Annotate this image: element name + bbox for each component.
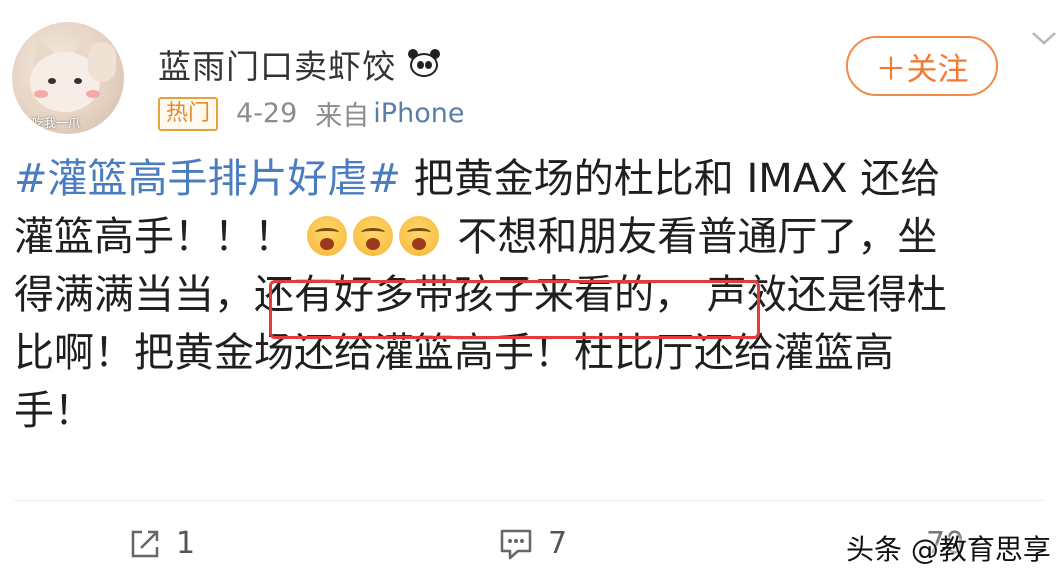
avatar-blush — [34, 90, 48, 98]
avatar-caption: 吃我一爪 — [32, 116, 81, 130]
username-text[interactable]: 蓝雨门口卖虾饺 — [158, 40, 396, 88]
highlight-box — [269, 280, 760, 339]
follow-button[interactable]: ＋关注 — [846, 36, 998, 96]
post-meta: 热门 4-29 来自 iPhone — [158, 94, 464, 133]
avatar-paw — [88, 42, 116, 82]
angry-face-icon — [398, 216, 439, 256]
source-prefix: 来自 — [315, 101, 370, 132]
divider — [14, 500, 1044, 501]
avatar-eye — [74, 78, 82, 84]
content-text: 手！ — [14, 388, 94, 434]
hashtag-link[interactable]: #灌篮高手排片好虐# — [14, 156, 401, 202]
repost-count: 1 — [176, 526, 196, 561]
content-line: 灌篮高手！！！ 不想和朋友看普通厅了，坐 — [14, 208, 1054, 266]
hot-badge: 热门 — [158, 96, 219, 131]
comment-icon — [500, 529, 532, 559]
panda-icon — [406, 49, 442, 79]
content-line: #灌篮高手排片好虐# 把黄金场的杜比和 IMAX 还给 — [14, 150, 1054, 208]
repost-button[interactable]: 1 — [128, 526, 195, 561]
comment-count: 7 — [548, 526, 568, 561]
content-text: 灌篮高手！！！ — [14, 214, 307, 260]
source-app[interactable]: iPhone — [373, 98, 464, 129]
comment-button[interactable]: 7 — [498, 526, 567, 561]
content-text: 得满满当当， — [14, 272, 254, 318]
repost-icon — [131, 530, 159, 557]
angry-face-icon — [352, 216, 393, 256]
chevron-down-icon[interactable] — [1030, 28, 1058, 48]
avatar-eye — [48, 78, 56, 84]
username[interactable]: 蓝雨门口卖虾饺 — [158, 40, 442, 88]
content-text: 把黄金场的杜比和 IMAX 还给 — [401, 156, 941, 202]
avatar-blush — [86, 90, 100, 98]
post-time: 4-29 — [236, 98, 298, 129]
angry-face-icon — [306, 216, 347, 256]
watermark: 头条 @教育思享 — [846, 533, 1051, 566]
avatar[interactable]: 吃我一爪 — [12, 22, 124, 134]
content-text: 不想和朋友看普通厅了，坐 — [444, 214, 938, 260]
content-line: 手！ — [14, 382, 1054, 440]
